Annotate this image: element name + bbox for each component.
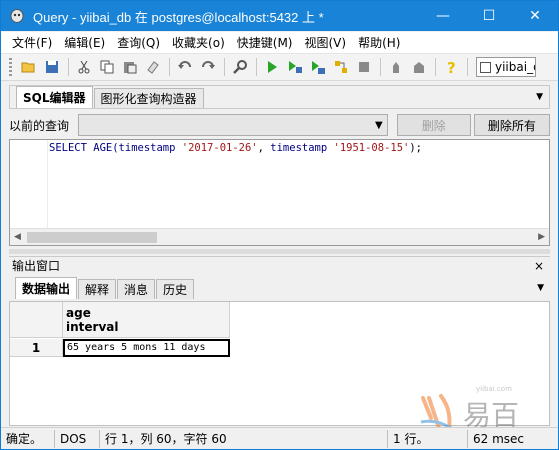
open-icon[interactable] bbox=[18, 56, 40, 78]
sql-code-line: SELECT AGE(timestamp '2017-01-26', times… bbox=[49, 142, 422, 154]
tab-menu-arrow-icon[interactable]: ▼ bbox=[537, 277, 544, 299]
close-icon[interactable]: × bbox=[534, 259, 544, 273]
output-tab-strip: 数据输出 解释 消息 历史 ▼ bbox=[9, 277, 550, 301]
chevron-down-icon: ▼ bbox=[374, 119, 383, 131]
sql-type: timestamp bbox=[118, 142, 182, 154]
menu-view[interactable]: 视图(V) bbox=[298, 32, 352, 54]
editor-tab-strip: SQL编辑器 图形化查询构造器 ▼ bbox=[9, 85, 550, 109]
result-cell[interactable]: 65 years 5 mons 11 days bbox=[63, 339, 230, 357]
toolbar-separator bbox=[256, 58, 257, 76]
sql-string: '2017-01-26' bbox=[181, 142, 258, 154]
output-pane-title: 输出窗口 bbox=[12, 259, 61, 273]
menu-edit[interactable]: 编辑(E) bbox=[58, 32, 111, 54]
database-combo[interactable]: yiibai_db bbox=[476, 57, 536, 77]
tab-history[interactable]: 历史 bbox=[156, 279, 195, 299]
tab-graphical-query-builder[interactable]: 图形化查询构造器 bbox=[93, 88, 204, 108]
tab-messages[interactable]: 消息 bbox=[117, 279, 156, 299]
status-exec-time: 62 msec bbox=[473, 431, 525, 446]
column-type: interval bbox=[66, 320, 119, 334]
toolbar-separator bbox=[169, 58, 170, 76]
status-state: 确定。 bbox=[1, 429, 55, 448]
tab-sql-editor[interactable]: SQL编辑器 bbox=[16, 86, 93, 108]
grid-corner[interactable] bbox=[10, 302, 63, 338]
menu-favourites[interactable]: 收藏夹(o) bbox=[166, 32, 231, 54]
pane-splitter[interactable] bbox=[9, 249, 550, 254]
redo-icon[interactable] bbox=[197, 56, 219, 78]
menu-help[interactable]: 帮助(H) bbox=[352, 32, 406, 54]
find-icon[interactable] bbox=[229, 56, 251, 78]
close-button[interactable]: ✕ bbox=[512, 1, 558, 31]
menu-macros[interactable]: 快捷键(M) bbox=[231, 32, 299, 54]
tab-explain[interactable]: 解释 bbox=[78, 279, 117, 299]
app-window: Query - yiibai_db 在 postgres@localhost:5… bbox=[0, 0, 559, 450]
maximize-button[interactable]: ☐ bbox=[466, 1, 512, 31]
row-number[interactable]: 1 bbox=[10, 339, 63, 357]
history-row: 以前的查询 ▼ 删除 删除所有 bbox=[9, 113, 550, 137]
status-row-count: 1 行。 bbox=[388, 429, 468, 448]
sql-type: timestamp bbox=[270, 142, 334, 154]
scroll-right-icon[interactable]: ▶ bbox=[538, 232, 545, 242]
editor-gutter bbox=[10, 140, 48, 228]
output-pane-header: 输出窗口 × bbox=[9, 256, 550, 274]
tab-data-output[interactable]: 数据输出 bbox=[15, 277, 78, 299]
menu-file[interactable]: 文件(F) bbox=[1, 32, 58, 54]
toolbar-separator bbox=[380, 58, 381, 76]
toolbar: ? yiibai_db bbox=[1, 54, 558, 81]
copy-icon[interactable] bbox=[96, 56, 118, 78]
help-icon[interactable]: ? bbox=[440, 56, 462, 78]
column-header-age[interactable]: age interval bbox=[63, 302, 230, 338]
minimize-button[interactable]: — bbox=[420, 1, 466, 31]
commit-icon[interactable] bbox=[408, 56, 430, 78]
column-name: age bbox=[66, 306, 91, 320]
title-bar: Query - yiibai_db 在 postgres@localhost:5… bbox=[1, 1, 558, 31]
editor-horizontal-scrollbar[interactable]: ◀ ▶ bbox=[10, 228, 549, 245]
watermark-url: yiibai.com bbox=[476, 385, 512, 393]
status-encoding: DOS bbox=[55, 429, 100, 448]
scroll-left-icon[interactable]: ◀ bbox=[14, 232, 21, 242]
undo-icon[interactable] bbox=[174, 56, 196, 78]
delete-button[interactable]: 删除 bbox=[396, 114, 471, 136]
execute-pgscript-icon[interactable] bbox=[284, 56, 306, 78]
save-icon[interactable] bbox=[41, 56, 63, 78]
toolbar-separator bbox=[467, 58, 468, 76]
pgadmin-query-icon bbox=[10, 9, 24, 23]
sql-keyword: SELECT AGE( bbox=[49, 142, 119, 154]
explain-icon[interactable] bbox=[330, 56, 352, 78]
toolbar-separator bbox=[435, 58, 436, 76]
menu-query[interactable]: 查询(Q) bbox=[111, 32, 166, 54]
toolbar-separator bbox=[224, 58, 225, 76]
paste-icon[interactable] bbox=[119, 56, 141, 78]
toolbar-separator bbox=[68, 58, 69, 76]
sql-editor[interactable]: SELECT AGE(timestamp '2017-01-26', times… bbox=[9, 139, 550, 246]
execute-to-file-icon[interactable] bbox=[307, 56, 329, 78]
svg-text:?: ? bbox=[447, 59, 456, 75]
clear-icon[interactable] bbox=[142, 56, 164, 78]
sql-punct: ); bbox=[409, 142, 423, 154]
execute-icon[interactable] bbox=[261, 56, 283, 78]
sql-punct: , bbox=[257, 142, 271, 154]
stop-icon[interactable] bbox=[353, 56, 375, 78]
toolbar-grip[interactable] bbox=[9, 58, 12, 76]
scrollbar-thumb[interactable] bbox=[27, 232, 157, 243]
vacuum-icon[interactable] bbox=[385, 56, 407, 78]
cut-icon[interactable] bbox=[73, 56, 95, 78]
history-combo[interactable]: ▼ bbox=[78, 114, 388, 136]
tab-menu-arrow-icon[interactable]: ▼ bbox=[536, 86, 543, 108]
delete-all-button[interactable]: 删除所有 bbox=[473, 114, 550, 136]
status-cursor-position: 行 1，列 60，字符 60 bbox=[100, 429, 388, 448]
window-title: Query - yiibai_db 在 postgres@localhost:5… bbox=[33, 9, 324, 25]
status-bar: 确定。 DOS 行 1，列 60，字符 60 1 行。 62 msec bbox=[1, 427, 558, 449]
menu-bar: 文件(F) 编辑(E) 查询(Q) 收藏夹(o) 快捷键(M) 视图(V) 帮助… bbox=[1, 32, 558, 54]
history-label: 以前的查询 bbox=[9, 118, 70, 133]
database-combo-value: yiibai_db bbox=[495, 60, 535, 74]
database-checkbox[interactable] bbox=[480, 61, 491, 73]
sql-string: '1951-08-15' bbox=[333, 142, 410, 154]
